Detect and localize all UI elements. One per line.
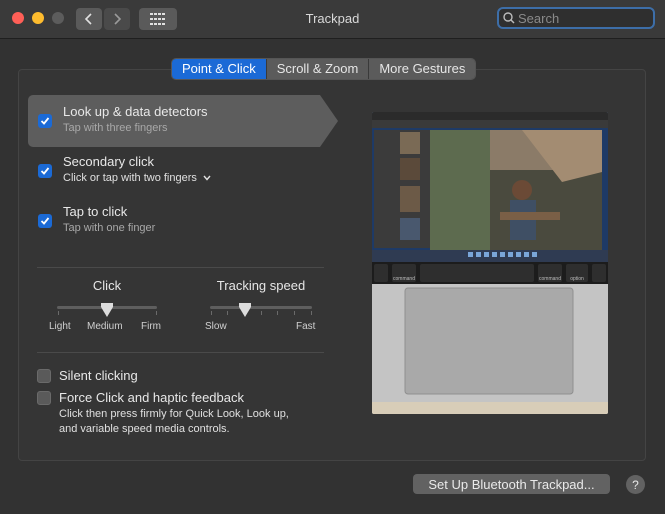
tracking-mark-fast: Fast	[296, 321, 316, 332]
checkmark-icon	[40, 117, 50, 125]
secondary-click-checkbox[interactable]	[38, 164, 52, 178]
secondary-click-subtitle: Click or tap with two fingers	[63, 172, 197, 184]
gesture-preview: command command option	[372, 112, 608, 414]
tab-more-gestures[interactable]: More Gestures	[369, 59, 476, 79]
search-field[interactable]	[497, 7, 655, 29]
click-mark-light: Light	[49, 321, 71, 332]
tap-to-click-title: Tap to click	[63, 204, 128, 219]
option-secondary-click[interactable]: Secondary click Click or tap with two fi…	[28, 153, 338, 193]
option-look-up[interactable]: Look up & data detectors Tap with three …	[28, 95, 338, 147]
setup-bluetooth-trackpad-button[interactable]: Set Up Bluetooth Trackpad...	[413, 474, 610, 494]
silent-clicking-checkbox[interactable]	[37, 369, 51, 383]
click-slider-label: Click	[92, 278, 122, 293]
option-force-click[interactable]: Force Click and haptic feedback Click th…	[28, 388, 338, 438]
tracking-mark-slow: Slow	[205, 321, 227, 332]
tracking-slider-label: Tracking speed	[216, 278, 306, 293]
laptop-preview-illustration: command command option	[372, 112, 608, 414]
tracking-slider-knob-point	[239, 307, 251, 317]
force-click-checkbox[interactable]	[37, 391, 51, 405]
tab-point-and-click[interactable]: Point & Click	[172, 59, 267, 79]
divider	[37, 267, 324, 268]
force-click-description-2: and variable speed media controls.	[59, 423, 230, 435]
slider-tick	[261, 311, 262, 315]
checkmark-icon	[40, 217, 50, 225]
look-up-title: Look up & data detectors	[63, 104, 208, 119]
tracking-slider-track	[210, 306, 312, 309]
slider-tick	[277, 311, 278, 315]
selection-arrow	[320, 95, 338, 147]
help-button[interactable]: ?	[626, 475, 645, 494]
checkmark-icon	[40, 167, 50, 175]
click-mark-medium: Medium	[87, 321, 123, 332]
slider-tick	[311, 311, 312, 315]
title-bar: Trackpad	[0, 0, 665, 39]
secondary-click-dropdown[interactable]: Click or tap with two fingers	[63, 172, 211, 184]
slider-tick	[58, 311, 59, 315]
secondary-click-title: Secondary click	[63, 154, 155, 169]
click-mark-firm: Firm	[141, 321, 161, 332]
slider-tick	[211, 311, 212, 315]
silent-clicking-title: Silent clicking	[59, 368, 138, 383]
preview-key-command-right: command	[539, 276, 561, 282]
tap-to-click-checkbox[interactable]	[38, 214, 52, 228]
tap-to-click-subtitle: Tap with one finger	[63, 222, 156, 234]
force-click-title: Force Click and haptic feedback	[59, 390, 244, 405]
chevron-down-icon	[203, 175, 211, 181]
search-icon	[503, 12, 515, 24]
tab-scroll-and-zoom[interactable]: Scroll & Zoom	[266, 59, 370, 79]
selection-highlight	[28, 95, 320, 147]
tab-bar: Point & Click Scroll & Zoom More Gesture…	[171, 58, 477, 80]
option-silent-clicking[interactable]: Silent clicking	[28, 366, 338, 386]
preview-key-option: option	[570, 276, 584, 282]
preview-key-command-left: command	[393, 276, 415, 282]
option-tap-to-click[interactable]: Tap to click Tap with one finger	[28, 203, 338, 243]
search-input[interactable]	[515, 10, 648, 26]
click-slider-knob-point	[101, 307, 113, 317]
slider-tick	[156, 311, 157, 315]
slider-tick	[227, 311, 228, 315]
look-up-subtitle: Tap with three fingers	[63, 122, 168, 134]
slider-tick	[294, 311, 295, 315]
force-click-description-1: Click then press firmly for Quick Look, …	[59, 408, 289, 420]
divider	[37, 352, 324, 353]
look-up-checkbox[interactable]	[38, 114, 52, 128]
